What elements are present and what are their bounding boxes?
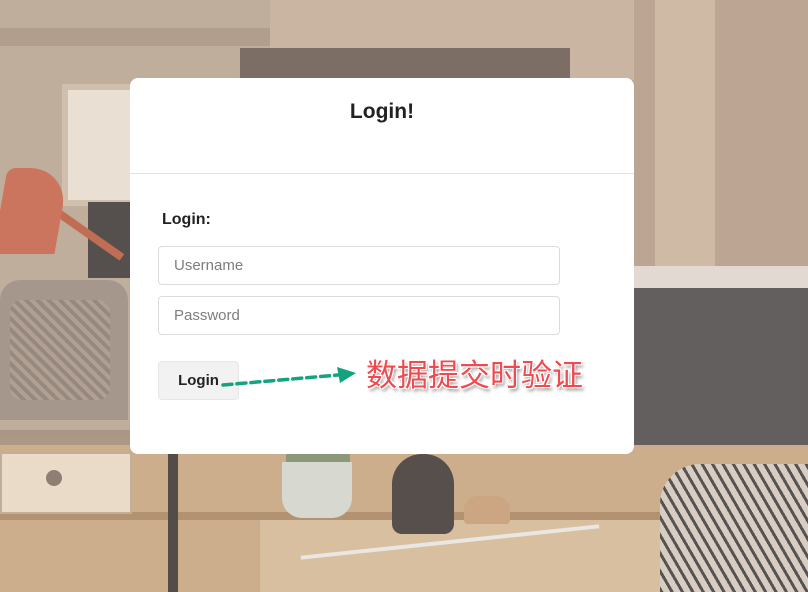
password-input[interactable] xyxy=(158,296,560,335)
username-input[interactable] xyxy=(158,246,560,285)
login-card-header: Login! xyxy=(130,78,634,174)
login-form-label: Login: xyxy=(162,211,211,228)
login-card-title: Login! xyxy=(349,100,415,123)
page-background: Login! Login: Login 数据提交时验证 xyxy=(0,0,808,592)
annotation-arrow-icon xyxy=(221,367,356,387)
login-card: Login! Login: Login xyxy=(130,78,634,454)
annotation-text: 数据提交时验证 xyxy=(366,358,583,394)
